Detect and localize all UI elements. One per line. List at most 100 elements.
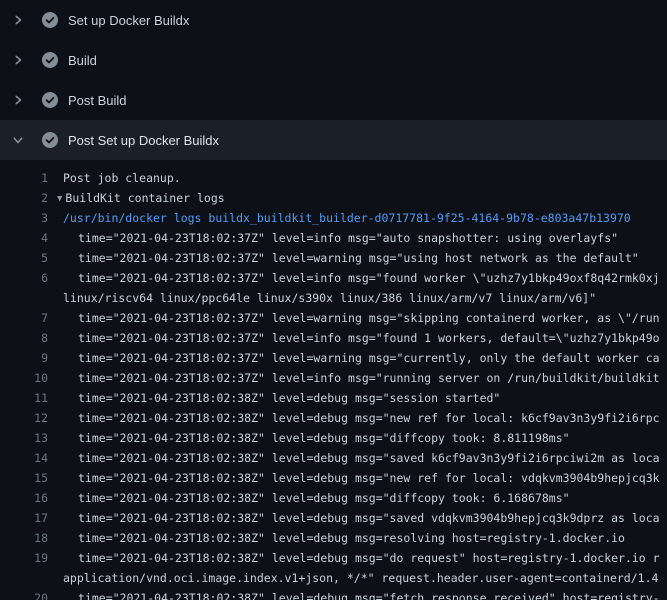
log-line-text: time="2021-04-23T18:02:37Z" level=info m… — [78, 268, 660, 288]
log-line-number — [0, 288, 48, 308]
log-line-number[interactable]: 9 — [0, 348, 48, 368]
log-line-text: linux/riscv64 linux/ppc64le linux/s390x … — [63, 288, 596, 308]
log-line-number[interactable]: 7 — [0, 308, 48, 328]
log-line: 10 time="2021-04-23T18:02:37Z" level=inf… — [0, 368, 667, 388]
log-line-number[interactable]: 4 — [0, 228, 48, 248]
log-line: 19 time="2021-04-23T18:02:38Z" level=deb… — [0, 548, 667, 568]
log-line-text-content: time="2021-04-23T18:02:37Z" level=info m… — [78, 371, 660, 385]
log-line: 15 time="2021-04-23T18:02:38Z" level=deb… — [0, 468, 667, 488]
log-line-text: time="2021-04-23T18:02:37Z" level=warnin… — [78, 308, 660, 328]
log-line: linux/riscv64 linux/ppc64le linux/s390x … — [0, 288, 667, 308]
step-header-0[interactable]: Set up Docker Buildx — [0, 0, 667, 40]
log-line-text: time="2021-04-23T18:02:37Z" level=warnin… — [78, 348, 660, 368]
log-line: 13 time="2021-04-23T18:02:38Z" level=deb… — [0, 428, 667, 448]
log-line-number[interactable]: 12 — [0, 408, 48, 428]
log-line-text-content: linux/riscv64 linux/ppc64le linux/s390x … — [63, 291, 596, 305]
chevron-right-icon — [10, 12, 26, 28]
log-line-number[interactable]: 19 — [0, 548, 48, 568]
chevron-right-icon — [10, 92, 26, 108]
log-line: 5 time="2021-04-23T18:02:37Z" level=warn… — [0, 248, 667, 268]
log-line-text-content: time="2021-04-23T18:02:37Z" level=warnin… — [78, 311, 660, 325]
log-line: 14 time="2021-04-23T18:02:38Z" level=deb… — [0, 448, 667, 468]
step-title: Post Build — [68, 93, 127, 108]
log-line-text-content: time="2021-04-23T18:02:37Z" level=info m… — [78, 331, 660, 345]
log-line-number[interactable]: 5 — [0, 248, 48, 268]
log-line-number[interactable]: 10 — [0, 368, 48, 388]
steps-list: Set up Docker Buildx Build Post Buil — [0, 0, 667, 160]
log-line-text: application/vnd.oci.image.index.v1+json,… — [63, 568, 658, 588]
check-circle-icon — [42, 52, 58, 68]
log-line-text: time="2021-04-23T18:02:38Z" level=debug … — [78, 428, 570, 448]
log-line: 1 Post job cleanup. — [0, 168, 667, 188]
log-line-text-content: /usr/bin/docker logs buildx_buildkit_bui… — [63, 211, 631, 225]
log-line-text-content: application/vnd.oci.image.index.v1+json,… — [63, 571, 658, 585]
log-line-text: time="2021-04-23T18:02:38Z" level=debug … — [78, 468, 660, 488]
check-circle-icon — [42, 92, 58, 108]
log-line-text: time="2021-04-23T18:02:38Z" level=debug … — [78, 508, 660, 528]
log-line-number[interactable]: 3 — [0, 208, 48, 228]
log-line-text-content: time="2021-04-23T18:02:38Z" level=debug … — [78, 591, 660, 600]
log-line-text: time="2021-04-23T18:02:37Z" level=info m… — [78, 328, 660, 348]
log-line-text-content: time="2021-04-23T18:02:37Z" level=info m… — [78, 231, 618, 245]
log-line-text: /usr/bin/docker logs buildx_buildkit_bui… — [63, 208, 631, 228]
log-line-text: time="2021-04-23T18:02:37Z" level=info m… — [78, 228, 618, 248]
log-line-number[interactable]: 2 — [0, 188, 48, 208]
log-line-text-content: time="2021-04-23T18:02:38Z" level=debug … — [78, 511, 660, 525]
log-line-number[interactable]: 15 — [0, 468, 48, 488]
log-line-text-content: BuildKit container logs — [65, 191, 224, 205]
chevron-right-icon — [10, 52, 26, 68]
log-line-text: time="2021-04-23T18:02:38Z" level=debug … — [78, 528, 625, 548]
log-line: 6 time="2021-04-23T18:02:37Z" level=info… — [0, 268, 667, 288]
log-line-number[interactable]: 16 — [0, 488, 48, 508]
log-line: 12 time="2021-04-23T18:02:38Z" level=deb… — [0, 408, 667, 428]
log-line-text-content: time="2021-04-23T18:02:38Z" level=debug … — [78, 411, 660, 425]
log-line: 9 time="2021-04-23T18:02:37Z" level=warn… — [0, 348, 667, 368]
log-line-text: time="2021-04-23T18:02:38Z" level=debug … — [78, 488, 570, 508]
log-line-text: Post job cleanup. — [63, 168, 181, 188]
log-line: 7 time="2021-04-23T18:02:37Z" level=warn… — [0, 308, 667, 328]
log-line-number[interactable]: 6 — [0, 268, 48, 288]
log-line: 18 time="2021-04-23T18:02:38Z" level=deb… — [0, 528, 667, 548]
log-line-text-content: time="2021-04-23T18:02:38Z" level=debug … — [78, 471, 660, 485]
step-title: Set up Docker Buildx — [68, 13, 189, 28]
log-line-text: time="2021-04-23T18:02:37Z" level=info m… — [78, 368, 660, 388]
log-line-number[interactable]: 17 — [0, 508, 48, 528]
log-line: 2 ▼BuildKit container logs — [0, 188, 667, 208]
log-line-text-content: time="2021-04-23T18:02:38Z" level=debug … — [78, 391, 500, 405]
check-circle-icon — [42, 12, 58, 28]
log-line-number — [0, 568, 48, 588]
log-line-text-content: time="2021-04-23T18:02:38Z" level=debug … — [78, 431, 570, 445]
log-line: 11 time="2021-04-23T18:02:38Z" level=deb… — [0, 388, 667, 408]
group-collapse-triangle-icon[interactable]: ▼ — [57, 189, 62, 208]
log-line-number[interactable]: 14 — [0, 448, 48, 468]
actions-log-viewer: Set up Docker Buildx Build Post Buil — [0, 0, 667, 600]
log-line: 20 time="2021-04-23T18:02:38Z" level=deb… — [0, 588, 667, 600]
log-line-text-content: time="2021-04-23T18:02:37Z" level=info m… — [78, 271, 660, 285]
log-line-text: time="2021-04-23T18:02:38Z" level=debug … — [78, 388, 500, 408]
log-line-text-content: time="2021-04-23T18:02:38Z" level=debug … — [78, 491, 570, 505]
log-line-text: time="2021-04-23T18:02:37Z" level=warnin… — [78, 248, 639, 268]
step-title: Build — [68, 53, 97, 68]
log-line-number[interactable]: 1 — [0, 168, 48, 188]
log-line-text-content: time="2021-04-23T18:02:37Z" level=warnin… — [78, 351, 660, 365]
log-line: 4 time="2021-04-23T18:02:37Z" level=info… — [0, 228, 667, 248]
log-line-text: ▼BuildKit container logs — [57, 188, 225, 208]
log-line-text-content: time="2021-04-23T18:02:38Z" level=debug … — [78, 451, 660, 465]
log-line-text: time="2021-04-23T18:02:38Z" level=debug … — [78, 548, 660, 568]
chevron-down-icon — [10, 132, 26, 148]
log-line-text: time="2021-04-23T18:02:38Z" level=debug … — [78, 448, 660, 468]
step-header-2[interactable]: Post Build — [0, 80, 667, 120]
step-header-3[interactable]: Post Set up Docker Buildx — [0, 120, 667, 160]
log-output: 1 Post job cleanup. 2 ▼BuildKit containe… — [0, 160, 667, 600]
log-line-number[interactable]: 11 — [0, 388, 48, 408]
step-header-1[interactable]: Build — [0, 40, 667, 80]
log-line-number[interactable]: 18 — [0, 528, 48, 548]
log-line-text-content: time="2021-04-23T18:02:38Z" level=debug … — [78, 551, 660, 565]
check-circle-icon — [42, 132, 58, 148]
log-line-number[interactable]: 20 — [0, 588, 48, 600]
log-line-number[interactable]: 8 — [0, 328, 48, 348]
log-line-text-content: time="2021-04-23T18:02:38Z" level=debug … — [78, 531, 625, 545]
log-line-text: time="2021-04-23T18:02:38Z" level=debug … — [78, 408, 660, 428]
log-line-number[interactable]: 13 — [0, 428, 48, 448]
log-line: 3 /usr/bin/docker logs buildx_buildkit_b… — [0, 208, 667, 228]
